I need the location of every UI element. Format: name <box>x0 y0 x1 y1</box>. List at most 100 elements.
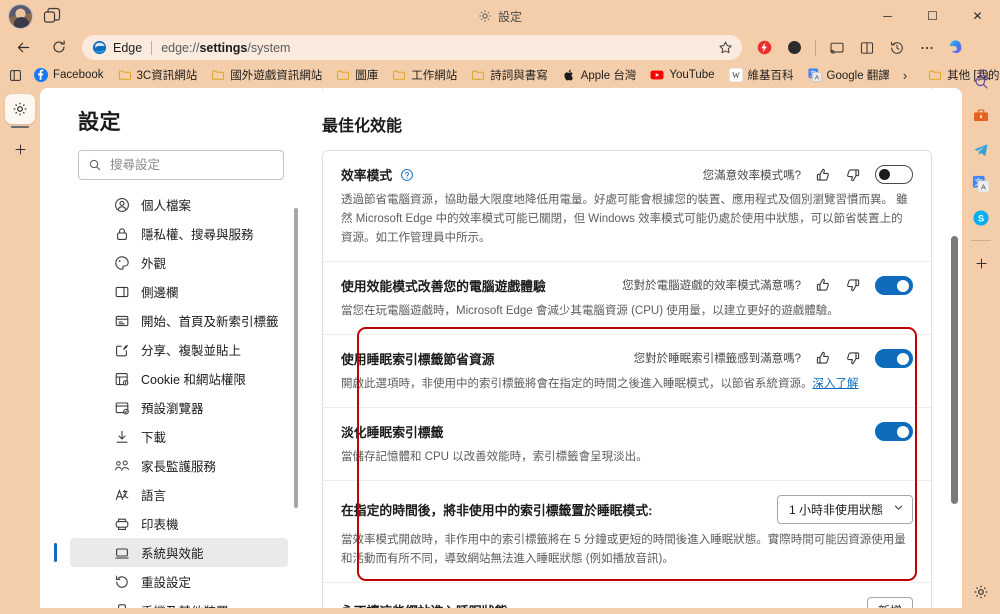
facebook-icon <box>34 68 48 82</box>
sidebar-item-startpage[interactable]: 開始、首頁及新索引標籤 <box>70 306 288 335</box>
row-description: 透過節省電腦資源，協助最大限度地降低用電量。好處可能會根據您的裝置、應用程式及個… <box>341 191 913 248</box>
sidebar-item-label: 開始、首頁及新索引標籤 <box>141 311 279 330</box>
sidebar-item-printers[interactable]: 印表機 <box>70 509 288 538</box>
sidebar-item-phone-devices[interactable]: 手機及其他裝置 <box>70 596 288 608</box>
maximize-button[interactable]: ☐ <box>910 0 955 32</box>
thumbs-down-icon <box>845 167 861 183</box>
search-settings-box[interactable] <box>78 150 284 180</box>
skype-icon[interactable]: S <box>967 204 995 232</box>
cast-icon[interactable] <box>823 35 851 60</box>
sidebar-item-downloads[interactable]: 下載 <box>70 422 288 451</box>
bookmarks-bar: Facebook 3C資訊網站 國外遊戲資訊網站 圖庫 工作網站 詩詞與書寫 A… <box>0 62 1000 88</box>
fade-sleeping-tabs-toggle[interactable] <box>875 422 913 441</box>
close-button[interactable]: ✕ <box>955 0 1000 32</box>
bookmark-item-poetry[interactable]: 詩詞與書寫 <box>464 64 555 86</box>
sidebar-scrollbar[interactable] <box>294 208 298 508</box>
sidebar-item-profile[interactable]: 個人檔案 <box>70 190 288 219</box>
folder-icon <box>471 68 485 82</box>
split-screen-icon[interactable] <box>853 35 881 60</box>
bookmark-label: 3C資訊網站 <box>137 67 198 83</box>
omnibox-separator <box>151 41 152 55</box>
copilot-icon[interactable] <box>943 35 969 61</box>
bookmark-item-wikipedia[interactable]: W 維基百科 <box>722 64 801 86</box>
search-input[interactable] <box>110 158 274 172</box>
favorite-star-icon[interactable] <box>712 37 738 59</box>
google-translate-icon: 文A <box>808 68 822 82</box>
add-site-button[interactable]: 新增 <box>867 597 913 608</box>
sidebar-item-sidebar[interactable]: 側邊欄 <box>70 277 288 306</box>
settings-more-icon[interactable] <box>913 35 941 60</box>
settings-tab-icon[interactable] <box>5 94 35 124</box>
tab-stack-icon[interactable] <box>42 6 64 26</box>
extension-flash-icon[interactable] <box>750 35 778 60</box>
system-icon <box>114 545 130 561</box>
google-translate-sidebar-icon[interactable]: 文A <box>967 170 995 198</box>
avatar[interactable] <box>8 4 33 29</box>
sleep-timeout-value: 1 小時非使用狀態 <box>789 501 883 518</box>
bookmark-item-gallery[interactable]: 圖庫 <box>329 64 385 86</box>
folder-icon <box>118 68 132 82</box>
bookmark-item-foreign-games[interactable]: 國外遊戲資訊網站 <box>204 64 329 86</box>
sleeping-tabs-toggle[interactable] <box>875 349 913 368</box>
bookmark-item-3c[interactable]: 3C資訊網站 <box>111 64 205 86</box>
sleep-timeout-dropdown[interactable]: 1 小時非使用狀態 <box>777 495 913 524</box>
family-icon <box>114 458 130 474</box>
bookmark-item-facebook[interactable]: Facebook <box>27 65 111 85</box>
row-sleeping-tabs: 使用睡眠索引標籤節省資源 您對於睡眠索引標籤感到滿意嗎? <box>323 335 931 408</box>
search-sidebar-icon[interactable] <box>967 68 995 96</box>
sidebar-item-privacy[interactable]: 隱私權、搜尋與服務 <box>70 219 288 248</box>
phone-icon <box>114 603 130 609</box>
apple-icon <box>562 68 576 82</box>
collections-icon[interactable] <box>8 64 23 86</box>
sidebar-item-family-safety[interactable]: 家長監護服務 <box>70 451 288 480</box>
thumbs-up-icon <box>815 277 831 293</box>
bookmark-item-google-translate[interactable]: 文A Google 翻譯 <box>801 64 897 86</box>
row-never-sleep-sites: 永不讓這些網站進入睡眠狀態 新增 這也會將網站排除在其他效能優化之外，例如捨棄的… <box>323 583 931 608</box>
lock-icon <box>114 226 130 242</box>
bookmark-label: YouTube <box>669 69 714 81</box>
sidebar-item-share[interactable]: 分享、複製並貼上 <box>70 335 288 364</box>
sidebar-item-languages[interactable]: 語言 <box>70 480 288 509</box>
share-icon <box>114 342 130 358</box>
feedback-label: 您滿意效率模式嗎? <box>703 167 801 183</box>
window-title-area: 設定 <box>0 0 1000 32</box>
bookmark-item-apple[interactable]: Apple 台灣 <box>555 64 644 86</box>
efficiency-mode-toggle[interactable] <box>875 165 913 184</box>
sidebar-divider <box>971 240 991 241</box>
sidebar-item-system-performance[interactable]: 系統與效能 <box>70 538 288 567</box>
reload-icon[interactable] <box>44 34 74 60</box>
add-sidebar-app-icon[interactable] <box>967 249 995 277</box>
bookmarks-overflow-chevron-icon[interactable]: › <box>897 65 913 86</box>
back-arrow-icon[interactable] <box>8 34 38 60</box>
telegram-icon[interactable] <box>967 136 995 164</box>
sidebar-item-label: 印表機 <box>141 514 179 533</box>
address-bar[interactable]: Edge edge://settings/system <box>82 35 742 60</box>
reset-icon <box>114 574 130 590</box>
minimize-button[interactable]: ─ <box>865 0 910 32</box>
sidebar-item-cookies[interactable]: Cookie 和網站權限 <box>70 364 288 393</box>
extension-dark-reader-icon[interactable] <box>780 35 808 60</box>
history-icon[interactable] <box>883 35 911 60</box>
sidebar-item-default-browser[interactable]: 預設瀏覽器 <box>70 393 288 422</box>
row-title: 淡化睡眠索引標籤 <box>341 422 443 441</box>
sidebar-settings-gear-icon[interactable] <box>967 578 995 606</box>
sidebar-item-label: 下載 <box>141 427 166 446</box>
learn-more-link[interactable]: 深入了解 <box>813 378 859 390</box>
sidebar-item-appearance[interactable]: 外觀 <box>70 248 288 277</box>
active-tab-underline <box>11 126 29 128</box>
row-title: 永不讓這些網站進入睡眠狀態 <box>341 601 507 608</box>
row-pc-gaming-performance: 使用效能模式改善您的電腦遊戲體驗 您對於電腦遊戲的效率模式滿意嗎? <box>323 262 931 335</box>
row-fade-sleeping-tabs: 淡化睡眠索引標籤 當儲存記憶體和 CPU 以改善效能時，索引標籤會呈現淡出。 <box>323 408 931 481</box>
download-icon <box>114 429 130 445</box>
sidebar-item-label: 預設瀏覽器 <box>141 398 204 417</box>
bookmark-item-work[interactable]: 工作網站 <box>385 64 464 86</box>
main-content-scrollbar[interactable] <box>951 236 958 504</box>
bookmark-label: 圖庫 <box>355 67 378 83</box>
pc-gaming-performance-toggle[interactable] <box>875 276 913 295</box>
page-title: 設定 <box>78 106 304 136</box>
sidebar-item-reset-settings[interactable]: 重設設定 <box>70 567 288 596</box>
add-tab-icon[interactable] <box>5 134 35 164</box>
navigation-bar: Edge edge://settings/system <box>0 32 1000 62</box>
tools-briefcase-icon[interactable] <box>967 102 995 130</box>
bookmark-item-youtube[interactable]: YouTube <box>643 65 721 85</box>
